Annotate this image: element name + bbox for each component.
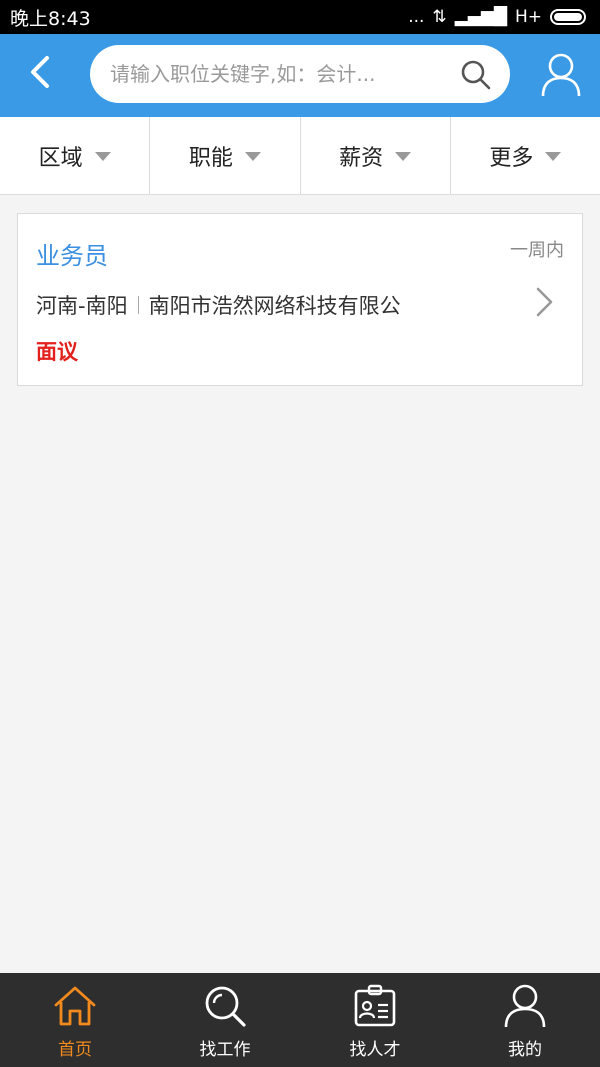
user-icon [504,984,546,1028]
search-icon[interactable] [460,59,492,91]
back-button[interactable] [20,52,60,92]
job-title: 业务员 [36,242,108,270]
status-dots: ... [408,7,425,27]
tab-label: 找工作 [199,1040,251,1060]
back-arrow-icon [31,56,49,88]
job-info: 河南-南阳 南阳市浩然网络科技有限公 [36,290,401,320]
filter-label: 职能 [188,145,233,171]
filter-label: 薪资 [339,145,384,171]
tab-home[interactable]: 首页 [0,973,150,1067]
search-input[interactable] [110,45,450,103]
battery-icon [550,9,586,25]
id-card-icon [354,984,396,1027]
filter-region[interactable]: 区域 [0,117,151,194]
job-salary: 面议 [36,340,78,364]
home-icon [54,986,96,1026]
user-icon[interactable] [540,52,582,98]
filter-bar: 区域 职能 薪资 更多 [0,117,600,195]
tab-mine[interactable]: 我的 [450,973,600,1067]
job-card[interactable]: 业务员 一周内 河南-南阳 南阳市浩然网络科技有限公 面议 [17,213,583,386]
top-header [0,34,600,117]
filter-salary[interactable]: 薪资 [301,117,451,194]
job-posted-time: 一周内 [510,240,564,261]
filter-function[interactable]: 职能 [150,117,301,194]
tab-find-talent[interactable]: 找人才 [300,973,450,1067]
caret-down-icon [244,152,261,161]
tab-find-job[interactable]: 找工作 [150,973,300,1067]
network-type: H+ [514,7,542,27]
search-icon [205,986,246,1027]
status-right: ... ⇅ ▂▄▆█ H+ [408,7,586,27]
filter-more[interactable]: 更多 [451,117,600,194]
tab-label: 我的 [508,1040,542,1060]
job-location: 河南-南阳 [36,294,128,318]
tab-label: 首页 [58,1040,92,1060]
bottom-tab-bar: 首页 找工作 找人才 我的 [0,973,600,1067]
status-time: 晚上8:43 [10,7,91,30]
data-arrows-icon: ⇅ [432,7,447,27]
caret-down-icon [545,152,562,161]
info-divider [137,296,139,314]
chevron-right-icon [536,287,553,317]
signal-icon: ▂▄▆█ [454,7,507,27]
tab-label: 找人才 [349,1040,401,1060]
job-company: 南阳市浩然网络科技有限公 [148,294,401,318]
caret-down-icon [395,152,412,161]
filter-label: 更多 [489,145,534,171]
status-bar: 晚上8:43 ... ⇅ ▂▄▆█ H+ [0,0,600,34]
caret-down-icon [94,152,111,161]
filter-label: 区域 [38,145,83,171]
search-box[interactable] [90,45,510,103]
